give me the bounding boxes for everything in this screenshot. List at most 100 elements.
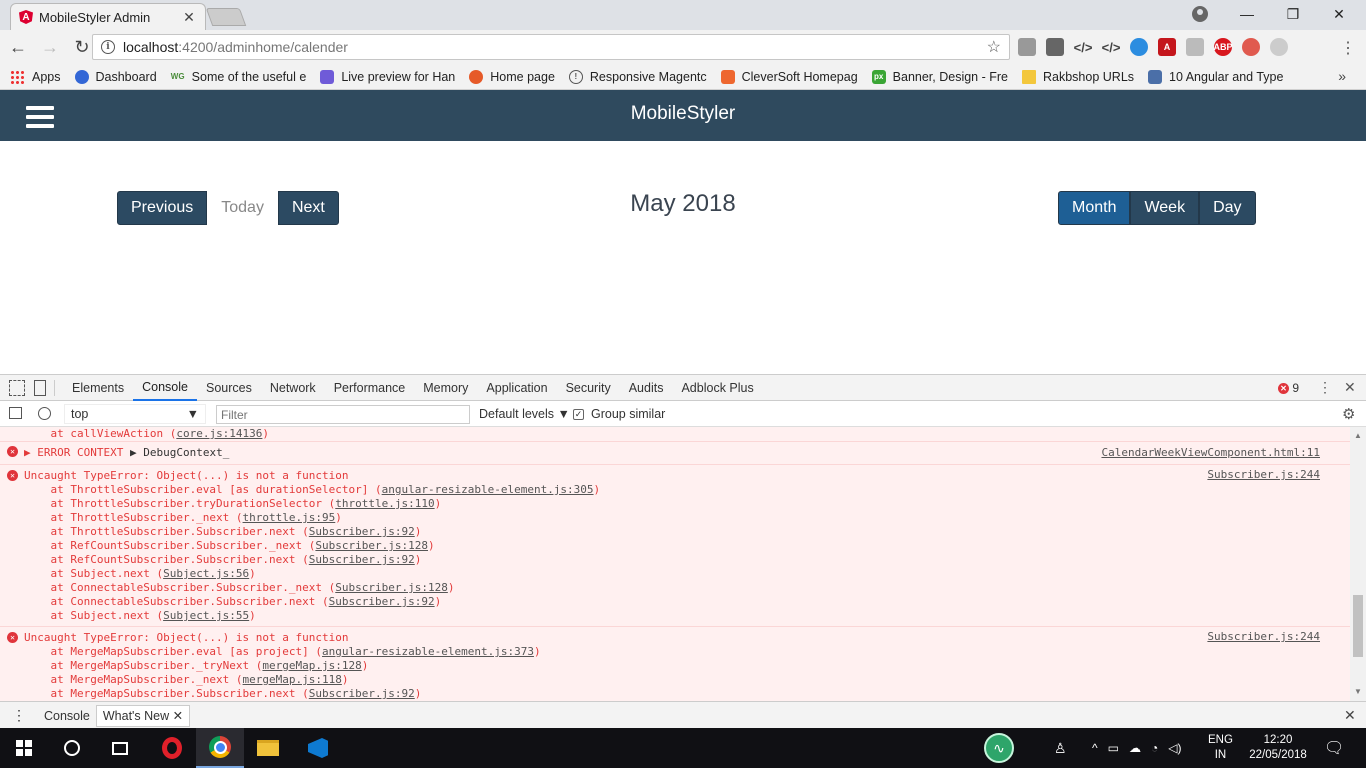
source-link[interactable]: Subscriber.js:92: [309, 525, 415, 538]
back-button[interactable]: ←: [4, 33, 32, 61]
drawer-tab-whats-new[interactable]: What's New ✕: [95, 704, 191, 727]
clock[interactable]: 12:20 22/05/2018: [1246, 728, 1310, 768]
restore-button[interactable]: ❐: [1270, 0, 1316, 28]
sidebar-toggle-icon[interactable]: [9, 407, 22, 419]
forward-button[interactable]: →: [36, 33, 64, 61]
log-levels-dropdown[interactable]: Default levels ▼: [479, 407, 570, 421]
chevron-up-icon[interactable]: ^: [1092, 741, 1098, 755]
source-link[interactable]: Subscriber.js:92: [329, 595, 435, 608]
file-explorer-app[interactable]: [244, 728, 292, 768]
volume-icon[interactable]: ◁): [1168, 741, 1181, 755]
bookmark-dashboard[interactable]: Dashboard: [74, 69, 157, 84]
tab-adblock-plus[interactable]: Adblock Plus: [672, 374, 762, 401]
bookmark-live-preview[interactable]: Live preview for Han: [320, 69, 455, 84]
bookmark-apps[interactable]: Apps: [10, 69, 61, 84]
chrome-app[interactable]: [196, 728, 244, 768]
battery-icon[interactable]: ▭: [1108, 741, 1119, 755]
extension-red-circle-icon[interactable]: [1242, 38, 1260, 56]
minimize-button[interactable]: —: [1224, 0, 1270, 28]
new-tab-button[interactable]: [205, 8, 247, 26]
bookmarks-overflow-icon[interactable]: »: [1338, 68, 1346, 84]
tab-console[interactable]: Console: [133, 374, 197, 401]
extension-code-icon[interactable]: </>: [1074, 38, 1093, 56]
cloud-icon[interactable]: ☁: [1129, 741, 1141, 755]
source-link[interactable]: Subscriber.js:244: [1207, 468, 1320, 481]
wifi-icon[interactable]: ◔: [1151, 741, 1158, 755]
source-link[interactable]: mergeMap.js:128: [262, 659, 361, 672]
opera-app[interactable]: [148, 728, 196, 768]
settings-gear-icon[interactable]: ⚙: [1342, 405, 1355, 423]
tab-security[interactable]: Security: [557, 374, 620, 401]
clear-console-icon[interactable]: [38, 407, 51, 420]
source-link[interactable]: Subscriber.js:244: [1207, 630, 1320, 643]
bookmark-useful[interactable]: WG Some of the useful e: [171, 70, 307, 84]
source-link[interactable]: Subscriber.js:92: [309, 687, 415, 700]
device-toolbar-icon[interactable]: [34, 379, 46, 396]
source-link[interactable]: Subscriber.js:128: [315, 539, 428, 552]
address-bar[interactable]: i localhost:4200/adminhome/calender ☆: [92, 34, 1010, 60]
tab-application[interactable]: Application: [477, 374, 556, 401]
bookmark-responsive-magento[interactable]: ! Responsive Magentc: [568, 69, 707, 84]
source-link[interactable]: angular-resizable-element.js:373: [322, 645, 534, 658]
source-link[interactable]: Subject.js:55: [163, 609, 249, 622]
profile-icon[interactable]: [1192, 6, 1208, 22]
extension-code-slash-icon[interactable]: </>: [1102, 38, 1121, 56]
tab-performance[interactable]: Performance: [325, 374, 415, 401]
month-view-button[interactable]: Month: [1058, 191, 1131, 225]
console-scrollbar[interactable]: ▲ ▼: [1350, 427, 1366, 701]
error-text[interactable]: Uncaught TypeError: Object(...) is not a…: [24, 631, 1340, 645]
bookmark-angular[interactable]: 10 Angular and Type: [1148, 69, 1283, 84]
group-similar-checkbox[interactable]: ✓ Group similar: [573, 407, 665, 421]
vscode-app[interactable]: [294, 728, 342, 768]
task-view-button[interactable]: [96, 728, 144, 768]
bookmark-star-icon[interactable]: ☆: [987, 37, 1001, 57]
drawer-tab-console[interactable]: Console: [38, 705, 96, 727]
extension-square-icon[interactable]: [1046, 38, 1064, 56]
activity-monitor[interactable]: ∿: [984, 728, 1014, 768]
cortana-button[interactable]: [48, 728, 96, 768]
source-link[interactable]: CalendarWeekViewComponent.html:11: [1101, 446, 1320, 459]
drawer-menu-icon[interactable]: ⋮: [12, 707, 26, 724]
day-view-button[interactable]: Day: [1199, 191, 1256, 225]
info-icon[interactable]: i: [101, 40, 115, 54]
error-text[interactable]: Uncaught TypeError: Object(...) is not a…: [24, 469, 1340, 483]
scroll-thumb[interactable]: [1353, 595, 1363, 657]
people-icon[interactable]: ♙: [1054, 728, 1067, 768]
scroll-down-icon[interactable]: ▼: [1354, 687, 1362, 696]
bookmark-banner-design[interactable]: px Banner, Design - Fre: [871, 69, 1008, 84]
inspect-element-icon[interactable]: [9, 379, 25, 396]
source-link[interactable]: mergeMap.js:118: [243, 673, 342, 686]
browser-tab[interactable]: A MobileStyler Admin ✕: [10, 3, 206, 30]
source-link[interactable]: throttle.js:95: [243, 511, 336, 524]
extension-light-icon[interactable]: [1270, 38, 1288, 56]
tab-elements[interactable]: Elements: [63, 374, 133, 401]
error-count-badge[interactable]: ✕ 9: [1278, 381, 1299, 395]
tab-sources[interactable]: Sources: [197, 374, 261, 401]
tab-memory[interactable]: Memory: [414, 374, 477, 401]
source-link[interactable]: Subscriber.js:128: [335, 581, 448, 594]
devtools-close-icon[interactable]: ✕: [1344, 379, 1356, 396]
adblock-plus-icon[interactable]: ABP: [1214, 38, 1233, 56]
bookmark-home-page[interactable]: Home page: [469, 69, 555, 84]
source-link[interactable]: throttle.js:110: [335, 497, 434, 510]
filter-input[interactable]: [216, 405, 470, 424]
tab-network[interactable]: Network: [261, 374, 325, 401]
start-button[interactable]: [0, 728, 48, 768]
source-link[interactable]: core.js:14136: [176, 427, 262, 440]
source-link[interactable]: Subscriber.js:92: [309, 553, 415, 566]
drawer-close-icon[interactable]: ✕: [1344, 707, 1356, 724]
tab-close-icon[interactable]: ✕: [181, 9, 197, 26]
extension-pdf-icon[interactable]: A: [1158, 38, 1176, 56]
devtools-menu-icon[interactable]: ⋮: [1318, 379, 1332, 396]
context-select[interactable]: top ▼: [64, 404, 206, 424]
browser-menu-icon[interactable]: ⋮: [1340, 38, 1356, 58]
extension-blue-icon[interactable]: [1130, 38, 1148, 56]
notifications-icon[interactable]: 🗨: [1324, 728, 1344, 768]
bookmark-cleversoft[interactable]: CleverSoft Homepag: [720, 69, 858, 84]
extension-compass-icon[interactable]: [1018, 38, 1036, 56]
close-window-button[interactable]: ✕: [1316, 0, 1362, 28]
language-indicator[interactable]: ENG IN: [1208, 728, 1233, 768]
bookmark-rakbshop-urls[interactable]: Rakbshop URLs: [1022, 69, 1134, 84]
extension-gray-icon[interactable]: [1186, 38, 1204, 56]
source-link[interactable]: Subject.js:56: [163, 567, 249, 580]
